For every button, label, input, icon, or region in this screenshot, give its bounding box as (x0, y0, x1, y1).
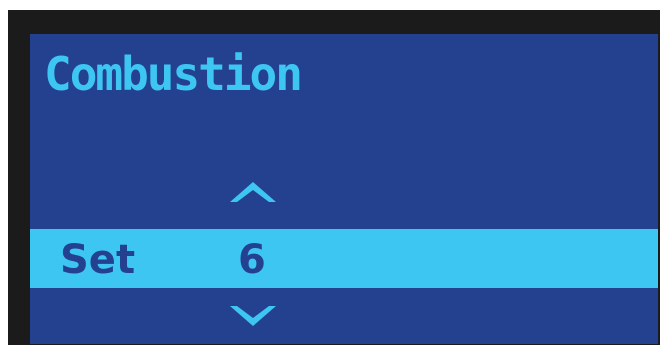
display-screen: Combustion Set 6 (30, 34, 658, 344)
scroll-up-icon[interactable] (228, 180, 278, 204)
selected-setting-row[interactable]: Set 6 (30, 229, 658, 288)
setting-label: Set (60, 237, 136, 283)
scroll-down-icon[interactable] (228, 304, 278, 328)
display-bezel: Combustion Set 6 (8, 10, 660, 345)
screen-title: Combustion (44, 47, 303, 101)
setting-value: 6 (238, 237, 266, 283)
